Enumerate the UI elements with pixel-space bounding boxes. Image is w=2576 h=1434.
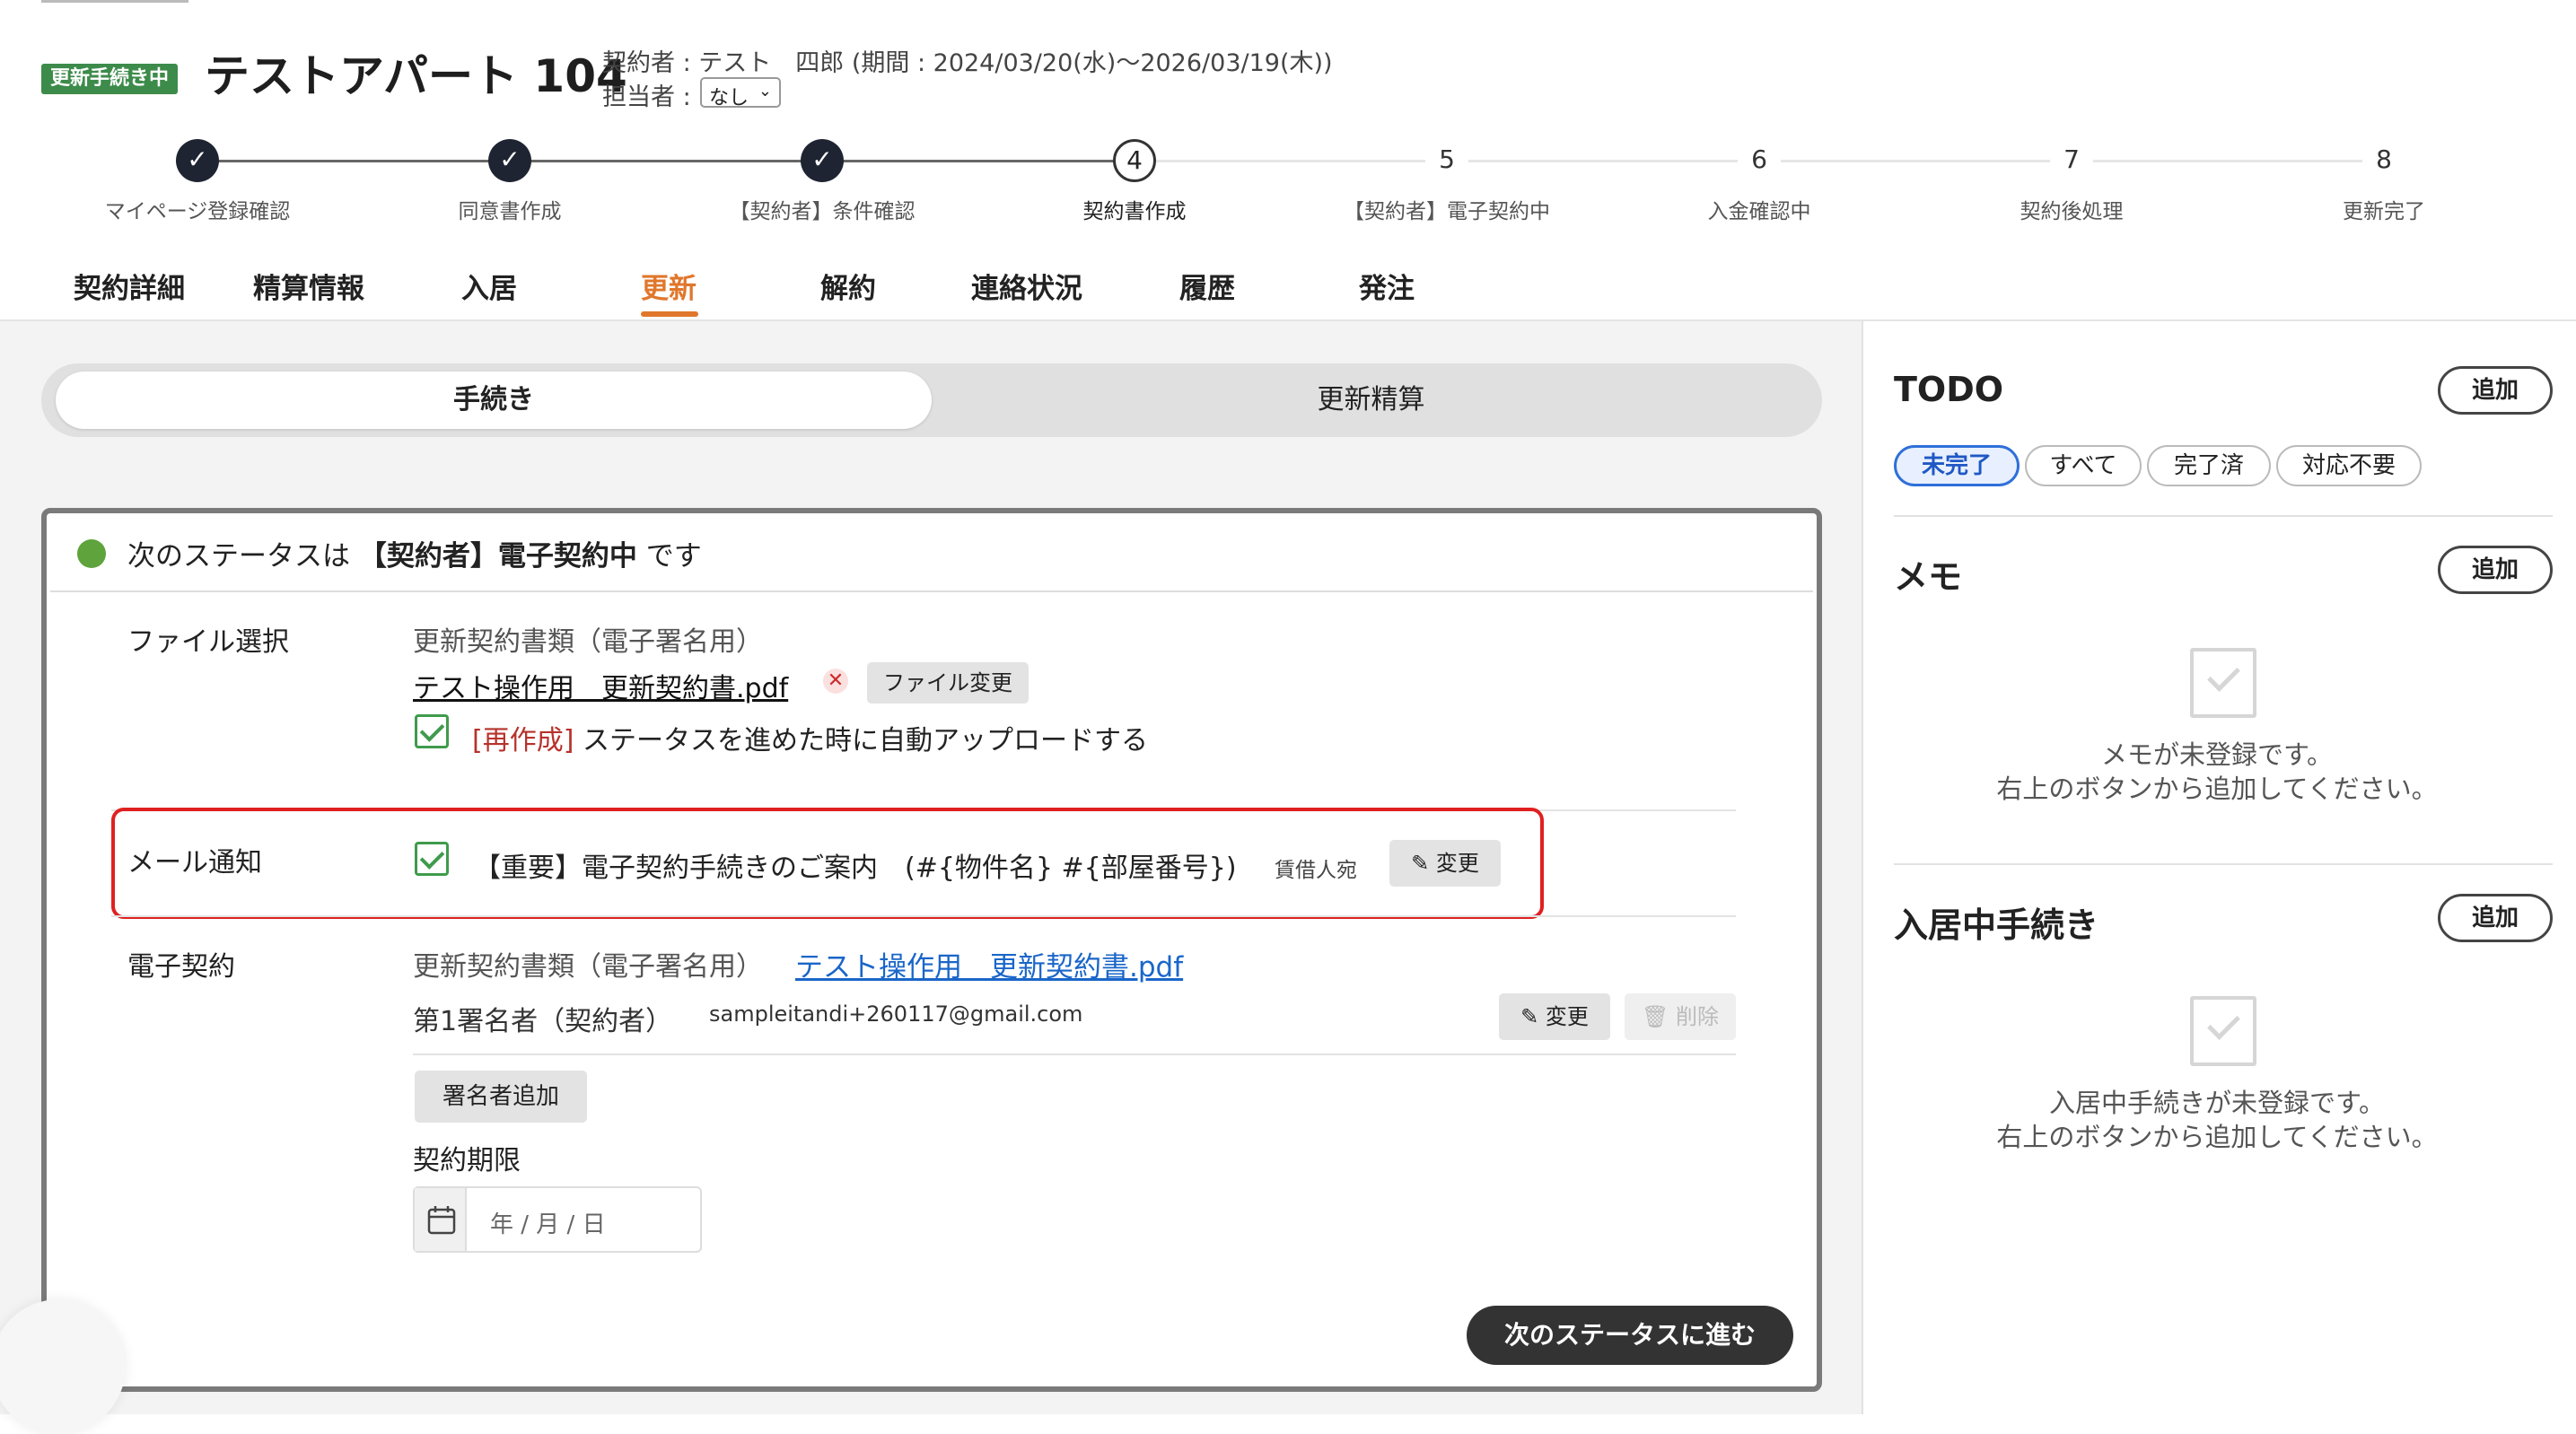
tab-history[interactable]: 履歴 <box>1179 266 1235 306</box>
signer-email: sampleitandi+260117@gmail.com <box>709 1001 1083 1027</box>
signer-change-label: 変更 <box>1545 1004 1589 1029</box>
auto-upload-label: ステータスを進めた時に自動アップロードする <box>582 725 1148 756</box>
mail-notify-checkbox[interactable] <box>415 842 449 876</box>
tab-move-in[interactable]: 入居 <box>461 266 517 306</box>
step-5-label: 【契約者】電子契約中 <box>1344 200 1550 223</box>
step-3-node: ✓ <box>801 139 844 182</box>
trash-icon: 🗑 <box>1641 1004 1669 1029</box>
subtab-procedure[interactable]: 手続き <box>56 372 932 429</box>
sidebar-divider <box>1894 863 2553 865</box>
top-divider <box>41 0 188 3</box>
progress-stepper: ✓ マイページ登録確認 ✓ 同意書作成 ✓ 【契約者】条件確認 4 契約書作成 … <box>0 135 2576 233</box>
active-tab-underline <box>641 311 698 317</box>
remove-file-icon[interactable]: ✕ <box>823 669 848 694</box>
memo-empty-icon <box>2190 648 2256 718</box>
signer-change-button[interactable]: ✎ 変更 <box>1499 993 1610 1040</box>
step-1-node: ✓ <box>176 139 219 182</box>
contract-info: 契約者 : テスト 四郎 (期間 : 2024/03/20(水)〜2026/03… <box>602 49 1333 77</box>
todo-filter-done[interactable]: 完了済 <box>2147 445 2271 486</box>
todo-filter-all[interactable]: すべて <box>2025 445 2142 486</box>
moving-add-button[interactable]: 追加 <box>2438 894 2553 942</box>
mail-change-label: 変更 <box>1435 851 1479 876</box>
tab-cancellation[interactable]: 解約 <box>820 266 876 306</box>
mail-recipient: 賃借人宛 <box>1275 859 1357 882</box>
step-2-node: ✓ <box>488 139 531 182</box>
step-5-node: 5 <box>1425 139 1468 182</box>
date-placeholder: 年 / 月 / 日 <box>490 1211 606 1238</box>
mail-change-button[interactable]: ✎ 変更 <box>1389 840 1501 887</box>
moving-empty-text: 入居中手続きが未登録です。 右上のボタンから追加してください。 <box>1894 1086 2540 1154</box>
tab-renewal[interactable]: 更新 <box>641 266 697 306</box>
regen-tag: [再作成] <box>472 725 574 756</box>
auto-upload-text: [再作成] ステータスを進めた時に自動アップロードする <box>472 718 1148 757</box>
assignee-label: 担当者 : <box>602 83 691 111</box>
moving-empty-line2: 右上のボタンから追加してください。 <box>1996 1122 2438 1152</box>
step-4-label: 契約書作成 <box>1082 200 1187 223</box>
assignee-select[interactable]: なし ⌄ <box>700 77 781 109</box>
memo-empty-line1: メモが未登録です。 <box>2100 739 2334 770</box>
moving-title: 入居中手続き <box>1894 905 2099 945</box>
file-doc-type: 更新契約書類（電子署名用） <box>413 626 763 658</box>
pencil-icon: ✎ <box>1520 1004 1539 1029</box>
next-status-button[interactable]: 次のステータスに進む <box>1467 1306 1793 1365</box>
step-7-label: 契約後処理 <box>2020 200 2124 223</box>
moving-empty-line1: 入居中手続きが未登録です。 <box>2048 1088 2386 1118</box>
tab-contact-status[interactable]: 連絡状況 <box>971 266 1082 306</box>
todo-filter-incomplete[interactable]: 未完了 <box>1894 445 2020 486</box>
todo-add-button[interactable]: 追加 <box>2438 366 2553 415</box>
status-name: 【契約者】電子契約中 <box>358 540 637 573</box>
subtab-settlement[interactable]: 更新精算 <box>933 372 1809 429</box>
mail-subject: 【重要】電子契約手続きのご案内 (#{物件名} #{部屋番号}) <box>474 853 1237 884</box>
mail-notify-label: メール通知 <box>127 847 262 879</box>
step-8-node: 8 <box>2362 139 2405 182</box>
step-1-label: マイページ登録確認 <box>104 200 291 223</box>
signer-delete-button[interactable]: 🗑 削除 <box>1625 993 1736 1040</box>
step-4-node: 4 <box>1113 139 1156 182</box>
deadline-date-input[interactable]: 年 / 月 / 日 <box>413 1186 702 1253</box>
todo-filter-not-needed[interactable]: 対応不要 <box>2276 445 2422 486</box>
file-change-button[interactable]: ファイル変更 <box>867 662 1029 704</box>
memo-title: メモ <box>1894 557 1963 597</box>
esign-doc-type: 更新契約書類（電子署名用） <box>413 951 763 983</box>
step-7-node: 7 <box>2050 139 2093 182</box>
assignee-value: なし <box>709 87 749 109</box>
step-8-label: 更新完了 <box>2343 200 2425 223</box>
moving-empty-icon <box>2190 996 2256 1066</box>
add-signer-button[interactable]: 署名者追加 <box>415 1071 587 1123</box>
file-select-label: ファイル選択 <box>127 626 289 658</box>
step-6-node: 6 <box>1738 139 1781 182</box>
status-prefix: 次のステータスは <box>127 540 350 573</box>
step-2-label: 同意書作成 <box>458 200 562 223</box>
header: 更新手続き中 テストアパート 104 契約者 : テスト 四郎 (期間 : 20… <box>0 0 2576 321</box>
tab-settlement-info[interactable]: 精算情報 <box>253 266 364 306</box>
memo-empty-line2: 右上のボタンから追加してください。 <box>1996 774 2438 804</box>
page-title: テストアパート 104 <box>205 50 627 102</box>
auto-upload-checkbox[interactable] <box>415 714 449 748</box>
tab-order[interactable]: 発注 <box>1359 266 1415 306</box>
file-name-link[interactable]: テスト操作用 更新契約書.pdf <box>413 666 788 705</box>
status-suffix: です <box>645 540 702 573</box>
pencil-icon: ✎ <box>1411 851 1430 876</box>
memo-add-button[interactable]: 追加 <box>2438 546 2553 594</box>
step-3-label: 【契約者】条件確認 <box>729 200 916 223</box>
divider <box>111 915 1736 917</box>
signer-label: 第1署名者（契約者） <box>413 1006 673 1037</box>
divider <box>413 1054 1736 1055</box>
stepper-line-done <box>197 160 1135 162</box>
status-badge: 更新手続き中 <box>41 64 178 94</box>
esign-label: 電子契約 <box>127 951 235 983</box>
status-dot-icon <box>77 539 106 568</box>
calendar-icon <box>415 1188 467 1251</box>
esign-file-link[interactable]: テスト操作用 更新契約書.pdf <box>795 944 1183 984</box>
status-text: 次のステータスは 【契約者】電子契約中 です <box>127 533 702 573</box>
sidebar-divider <box>1894 515 2553 517</box>
memo-empty-text: メモが未登録です。 右上のボタンから追加してください。 <box>1894 738 2540 806</box>
signer-delete-label: 削除 <box>1676 1004 1720 1029</box>
tab-contract-detail[interactable]: 契約詳細 <box>74 266 185 306</box>
deadline-label: 契約期限 <box>413 1145 521 1176</box>
todo-title: TODO <box>1894 370 2004 409</box>
step-6-label: 入金確認中 <box>1707 200 1811 223</box>
chevron-down-icon: ⌄ <box>758 82 772 101</box>
